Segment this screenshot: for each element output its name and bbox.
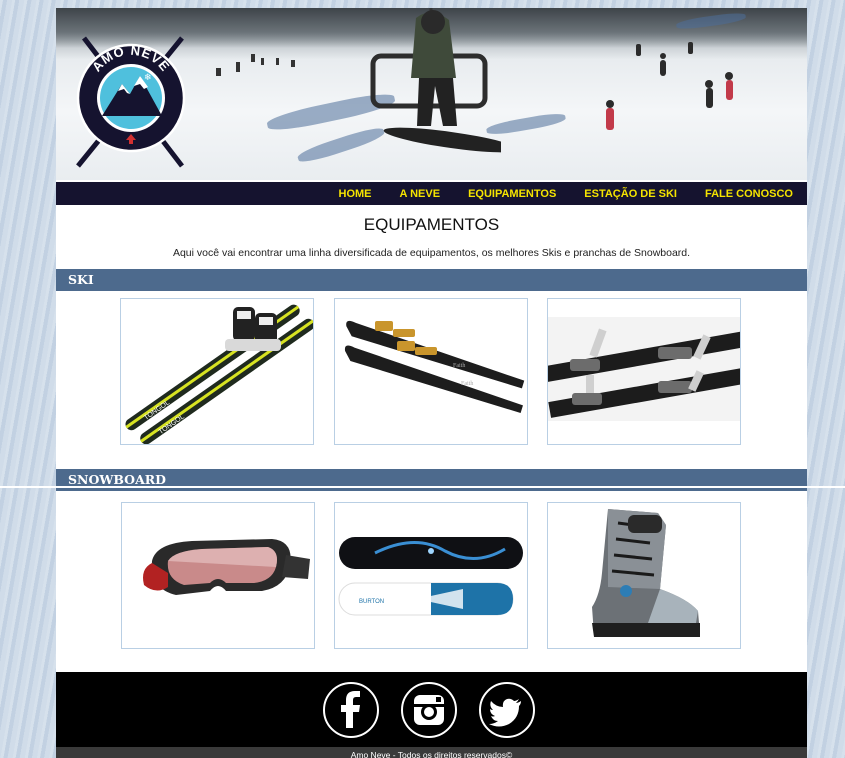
nav-item-a-neve[interactable]: A NEVE — [400, 188, 441, 200]
footer — [56, 672, 807, 747]
nav-item-fale-conosco[interactable]: FALE CONOSCO — [705, 188, 793, 200]
intro-text: Aqui você vai encontrar uma linha divers… — [172, 247, 691, 259]
copyright-text: Amo Neve - Todos os direitos reservados© — [56, 747, 807, 758]
main-nav: HOME A NEVE EQUIPAMENTOS ESTAÇÃO DE SKI … — [56, 180, 807, 205]
chairlift-rider-icon — [370, 8, 501, 153]
product-card-ski-2[interactable]: Faith Faith — [334, 298, 528, 445]
snowboard-boot-icon — [592, 509, 700, 637]
product-card-snowboard-3[interactable] — [547, 502, 741, 649]
page-title: EQUIPAMENTOS — [363, 215, 500, 234]
svg-text:BURTON: BURTON — [359, 599, 384, 605]
snowboards-icon: BURTON — [338, 537, 523, 616]
svg-text:Faith: Faith — [461, 381, 473, 387]
svg-text:Faith: Faith — [453, 363, 465, 369]
nav-item-home[interactable]: HOME — [339, 188, 372, 200]
product-card-ski-3[interactable] — [547, 298, 741, 445]
svg-text:❄: ❄ — [144, 73, 152, 83]
twitter-icon[interactable] — [479, 682, 535, 738]
ski-pair-yellow-icon: TONGOL TONGOL — [125, 304, 313, 444]
product-card-ski-1[interactable]: TONGOL TONGOL — [120, 298, 314, 445]
goggles-icon — [143, 539, 310, 595]
product-card-snowboard-1[interactable] — [121, 502, 315, 649]
page: ❄ AMO NEVE HOME A NEVE EQUIPAMENTOS ESTA… — [56, 8, 807, 758]
distant-skiers-icon — [216, 54, 295, 76]
skiers-icon — [606, 42, 733, 130]
ski-bindings-icon — [548, 317, 740, 421]
facebook-icon[interactable] — [323, 682, 379, 738]
instagram-icon[interactable] — [401, 682, 457, 738]
nav-item-estacao-de-ski[interactable]: ESTAÇÃO DE SKI — [584, 188, 677, 200]
section-bar-ski: SKI — [56, 269, 807, 291]
product-card-snowboard-2[interactable]: BURTON — [334, 502, 528, 649]
ski-pair-black-icon: Faith Faith — [344, 320, 525, 414]
capture-seam — [0, 486, 845, 488]
nav-item-equipamentos[interactable]: EQUIPAMENTOS — [468, 188, 556, 200]
amo-neve-logo[interactable]: ❄ AMO NEVE — [74, 34, 188, 174]
hero-banner: ❄ AMO NEVE — [56, 8, 807, 180]
